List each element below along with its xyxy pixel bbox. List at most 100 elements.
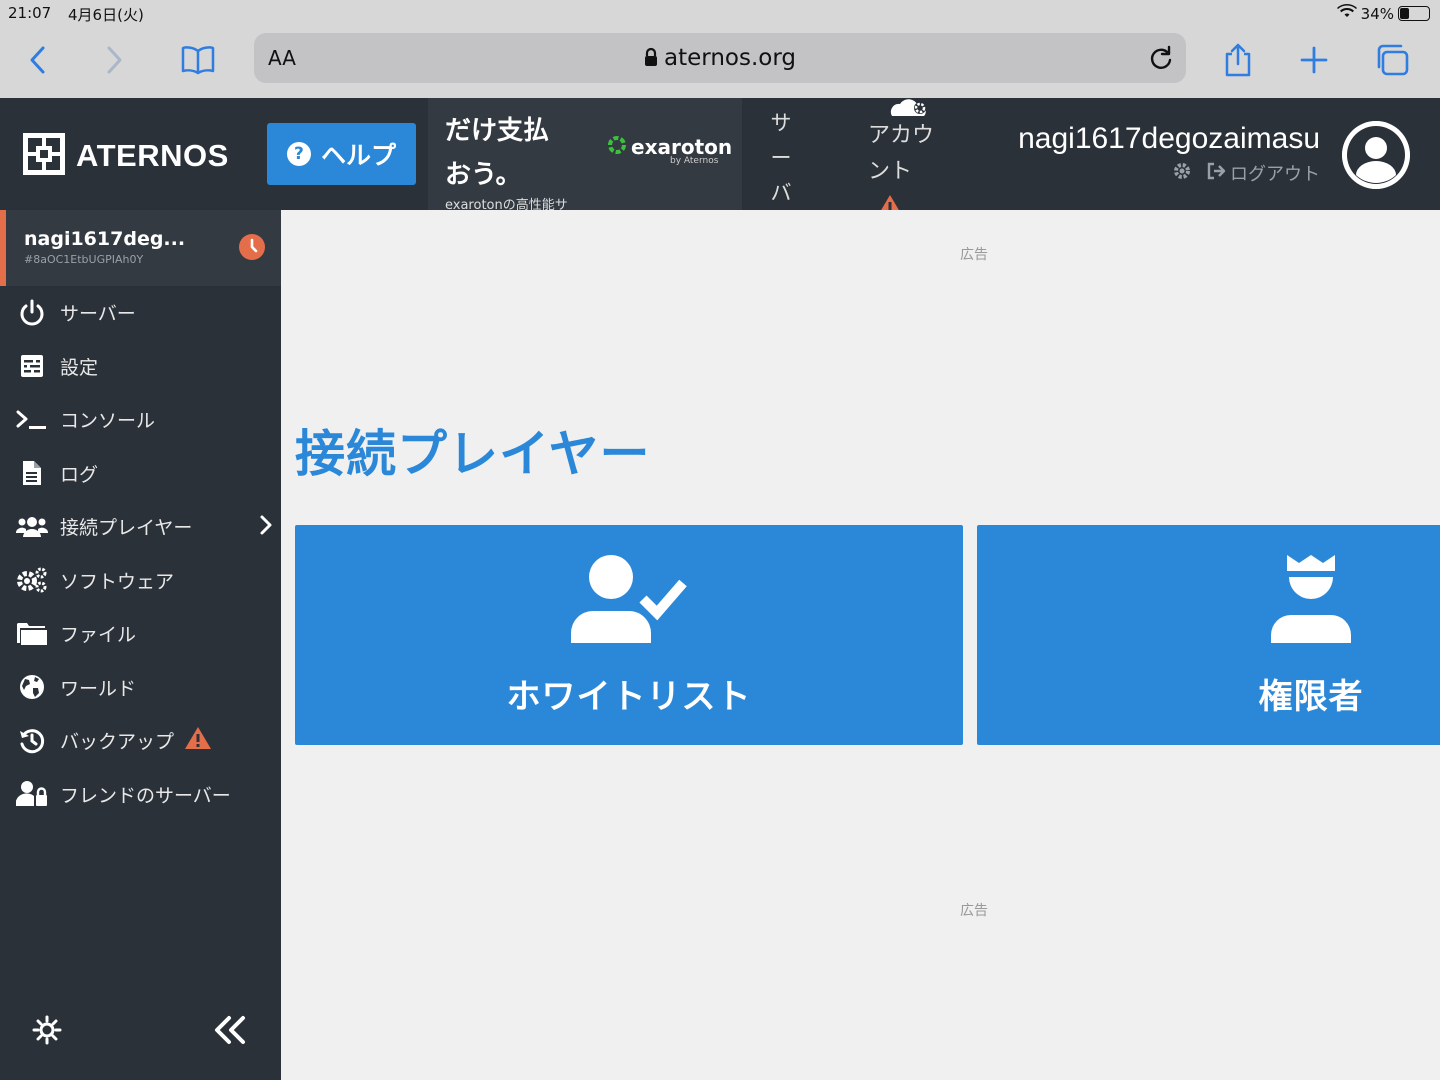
help-button[interactable]: ? ヘルプ <box>267 123 416 185</box>
server-nav-link[interactable]: サ ー バ <box>770 106 792 210</box>
sidebar-item-log[interactable]: ログ <box>0 447 281 501</box>
browser-toolbar: AA aternos.org <box>0 26 1440 98</box>
site-header: ATERNOS ? ヘルプ だけ支払 おう。 exarotonの高性能サ exa… <box>0 98 1440 210</box>
logout-link[interactable]: ログアウト <box>1206 160 1320 186</box>
sidebar-item-files[interactable]: ファイル <box>0 607 281 661</box>
sidebar-item-server[interactable]: サーバー <box>0 286 281 340</box>
bookmarks-icon[interactable] <box>176 38 220 82</box>
ad-line-2: おう。 <box>445 160 522 190</box>
sidebar-item-software[interactable]: ソフトウェア <box>0 554 281 608</box>
battery-icon <box>1398 6 1430 21</box>
tabs-icon[interactable] <box>1370 38 1414 82</box>
main-content: 広告 接続プレイヤー ホワイトリスト 権限者 広告 <box>281 210 1440 1080</box>
forward-button[interactable] <box>92 38 136 82</box>
wifi-icon <box>1336 4 1357 23</box>
sidebar-item-backup[interactable]: バックアップ <box>0 714 281 768</box>
ad-label-top: 広告 <box>960 247 988 263</box>
whitelist-card[interactable]: ホワイトリスト <box>295 525 963 745</box>
lock-icon <box>644 47 658 73</box>
sidebar-item-label: ソフトウェア <box>60 570 175 593</box>
whitelist-label: ホワイトリスト <box>506 677 752 717</box>
collapse-sidebar-icon[interactable] <box>212 1014 248 1050</box>
battery-percent: 34% <box>1360 4 1394 23</box>
sidebar-item-console[interactable]: コンソール <box>0 393 281 447</box>
cloud-gear-icon <box>888 98 930 128</box>
server-selector[interactable]: nagi1617deg... #8aOC1EtbUGPIAh0Y <box>0 210 281 286</box>
brand-name: ATERNOS <box>76 138 229 173</box>
account-nav-line: ント <box>868 159 913 184</box>
help-label: ヘルプ <box>320 141 396 170</box>
sliders-icon <box>16 351 48 381</box>
sidebar-item-label: コンソール <box>60 410 156 433</box>
exaroton-logo: exaroton by Aternos <box>606 134 732 166</box>
sidebar-item-label: フレンドのサーバー <box>60 784 231 807</box>
ad-line-1: だけ支払 <box>445 116 550 146</box>
status-right: 34% <box>1336 4 1430 23</box>
sidebar-footer <box>0 1010 281 1050</box>
logout-label: ログアウト <box>1230 164 1320 185</box>
warning-icon <box>876 194 904 210</box>
warning-icon <box>184 726 212 755</box>
status-date: 4月6日(火) <box>68 6 144 24</box>
settings-gear-icon[interactable] <box>1172 161 1192 186</box>
header-ad[interactable]: だけ支払 おう。 exarotonの高性能サ exaroton by Atern… <box>428 98 742 210</box>
reload-icon[interactable] <box>1148 45 1174 75</box>
page-title: 接続プレイヤー <box>295 425 651 483</box>
ad-label-bottom: 広告 <box>960 903 988 919</box>
username[interactable]: nagi1617degozaimasu <box>1018 122 1320 156</box>
server-id: #8aOC1EtbUGPIAh0Y <box>24 253 144 266</box>
aternos-logo-icon <box>22 132 66 180</box>
status-time: 21:07 <box>8 4 52 22</box>
sidebar-item-label: ワールド <box>60 677 137 700</box>
clock-icon <box>239 234 265 260</box>
server-nav-char: ー <box>770 146 792 170</box>
sidebar-item-label: ファイル <box>60 624 137 647</box>
sidebar: nagi1617deg... #8aOC1EtbUGPIAh0Y サーバー 設定… <box>0 210 281 1080</box>
account-nav-link[interactable]: アカウ ント <box>868 99 944 210</box>
user-info: nagi1617degozaimasu ログアウト <box>1018 122 1320 186</box>
exaroton-by: by Aternos <box>670 156 719 166</box>
url-display[interactable]: aternos.org <box>254 45 1186 73</box>
sidebar-item-label: ログ <box>60 463 99 486</box>
new-tab-icon[interactable] <box>1292 38 1336 82</box>
sidebar-item-label: バックアップ <box>60 731 175 754</box>
history-icon <box>16 726 48 756</box>
url-text: aternos.org <box>664 45 796 71</box>
server-name: nagi1617deg... <box>24 228 186 250</box>
sidebar-item-label: 接続プレイヤー <box>60 517 193 540</box>
gears-icon <box>16 565 48 595</box>
sidebar-item-world[interactable]: ワールド <box>0 661 281 715</box>
sidebar-nav: サーバー 設定 コンソール ログ 接続プレイヤー ソフトウェア ファイル ワール… <box>0 286 281 821</box>
ad-line-3: exarotonの高性能サ <box>445 198 568 210</box>
server-nav-char: バ <box>770 181 792 205</box>
chevron-right-icon <box>259 514 273 541</box>
sidebar-item-friend-servers[interactable]: フレンドのサーバー <box>0 768 281 822</box>
globe-icon <box>16 672 48 702</box>
operators-label: 権限者 <box>1258 677 1364 717</box>
sign-out-icon <box>1206 162 1226 185</box>
server-nav-char: サ <box>770 111 792 135</box>
users-icon <box>16 512 48 542</box>
back-button[interactable] <box>16 38 60 82</box>
brand-logo[interactable]: ATERNOS <box>22 132 229 180</box>
question-icon: ? <box>286 142 311 166</box>
battery-level <box>1400 8 1409 19</box>
sidebar-item-players[interactable]: 接続プレイヤー <box>0 500 281 554</box>
user-crown-icon <box>1271 553 1351 649</box>
status-bar: 21:07 4月6日(火) 34% <box>0 0 1440 26</box>
operators-card[interactable]: 権限者 <box>977 525 1440 745</box>
sidebar-item-label: サーバー <box>60 303 136 326</box>
folder-icon <box>16 619 48 649</box>
user-check-icon <box>571 553 687 649</box>
address-bar[interactable]: AA aternos.org <box>254 33 1186 83</box>
user-actions: ログアウト <box>1018 160 1320 186</box>
user-lock-icon <box>16 779 48 809</box>
sidebar-item-settings[interactable]: 設定 <box>0 340 281 394</box>
user-avatar-icon[interactable] <box>1342 121 1410 189</box>
terminal-icon <box>16 405 48 435</box>
theme-sun-icon[interactable] <box>32 1015 62 1049</box>
share-icon[interactable] <box>1216 38 1260 82</box>
file-icon <box>16 458 48 488</box>
exaroton-gear-icon <box>606 134 628 160</box>
sidebar-item-label: 設定 <box>60 356 99 379</box>
